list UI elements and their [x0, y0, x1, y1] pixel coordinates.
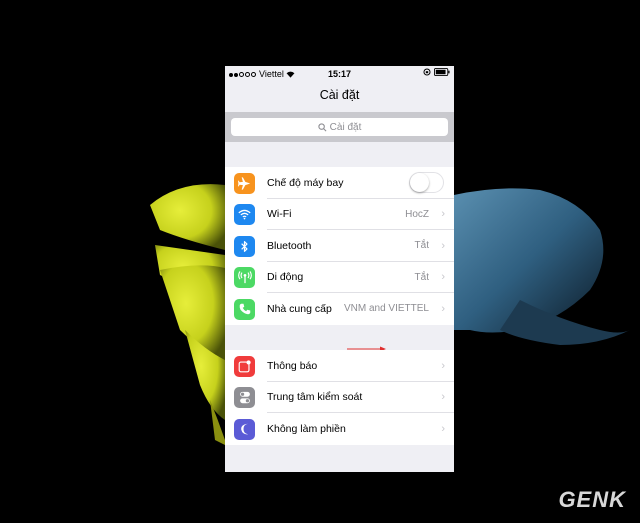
cellular-icon [234, 267, 255, 288]
settings-row-control-center[interactable]: Trung tâm kiểm soát › [225, 382, 454, 413]
chevron-right-icon: › [441, 208, 445, 221]
page-title: Cài đặt [319, 88, 360, 102]
settings-row-label: Trung tâm kiểm soát [267, 391, 363, 404]
toggle-knob [410, 173, 429, 192]
bluetooth-icon [234, 235, 255, 257]
carrier-value: VNM and VIETTEL [343, 303, 429, 315]
settings-group-system: Thông báo › Trung tâm kiểm soát › Không … [225, 350, 454, 445]
settings-row-label: Bluetooth [267, 239, 312, 252]
phone-screen: Viettel 15:17 Cài đặt Cài đặt Chế độ máy… [225, 66, 454, 472]
chevron-right-icon: › [441, 359, 445, 372]
search-bar: Cài đặt [225, 112, 454, 142]
rotation-lock-icon [423, 68, 431, 76]
control-center-icon [234, 387, 255, 408]
bluetooth-status-value: Tắt [414, 240, 429, 252]
settings-row-label: Chế độ máy bay [267, 176, 344, 189]
wifi-network-value: HocZ [405, 208, 429, 220]
status-bar: Viettel 15:17 [225, 66, 454, 82]
settings-row-do-not-disturb[interactable]: Không làm phiền › [225, 413, 454, 445]
moon-icon [234, 418, 255, 440]
settings-row-bluetooth[interactable]: Bluetooth Tắt › [225, 230, 454, 262]
airplane-icon [234, 172, 255, 194]
settings-row-label: Không làm phiền [267, 422, 346, 435]
status-right [423, 68, 450, 76]
settings-row-cellular[interactable]: Di động Tắt › [225, 262, 454, 293]
chevron-right-icon: › [441, 239, 445, 252]
chevron-right-icon: › [441, 271, 445, 284]
settings-row-label: Thông báo [267, 359, 318, 372]
notifications-icon [234, 355, 255, 377]
settings-row-label: Di động [267, 271, 304, 284]
battery-icon [434, 68, 450, 76]
chevron-right-icon: › [441, 422, 445, 435]
settings-row-label: Wi-Fi [267, 208, 292, 221]
cellular-status-value: Tắt [414, 271, 429, 283]
status-time: 15:17 [327, 69, 352, 79]
search-input[interactable]: Cài đặt [231, 118, 448, 136]
watermark-logo: GENK [558, 487, 626, 512]
search-icon [318, 122, 327, 131]
phone-icon [234, 298, 255, 320]
wifi-icon [234, 204, 255, 225]
search-placeholder: Cài đặt [329, 121, 362, 133]
chevron-right-icon: › [441, 302, 445, 315]
settings-group-connectivity: Chế độ máy bay Wi-Fi HocZ › Bluetooth Tắ… [225, 167, 454, 351]
chevron-right-icon: › [441, 391, 445, 404]
settings-row-wifi[interactable]: Wi-Fi HocZ › [225, 199, 454, 351]
airplane-mode-toggle[interactable] [409, 172, 444, 193]
settings-row-carrier[interactable]: Nhà cung cấp VNM and VIETTEL › [225, 293, 454, 325]
settings-row-airplane-mode[interactable]: Chế độ máy bay [225, 167, 454, 199]
settings-row-notifications[interactable]: Thông báo › [225, 350, 454, 382]
settings-row-label: Nhà cung cấp [267, 302, 332, 315]
